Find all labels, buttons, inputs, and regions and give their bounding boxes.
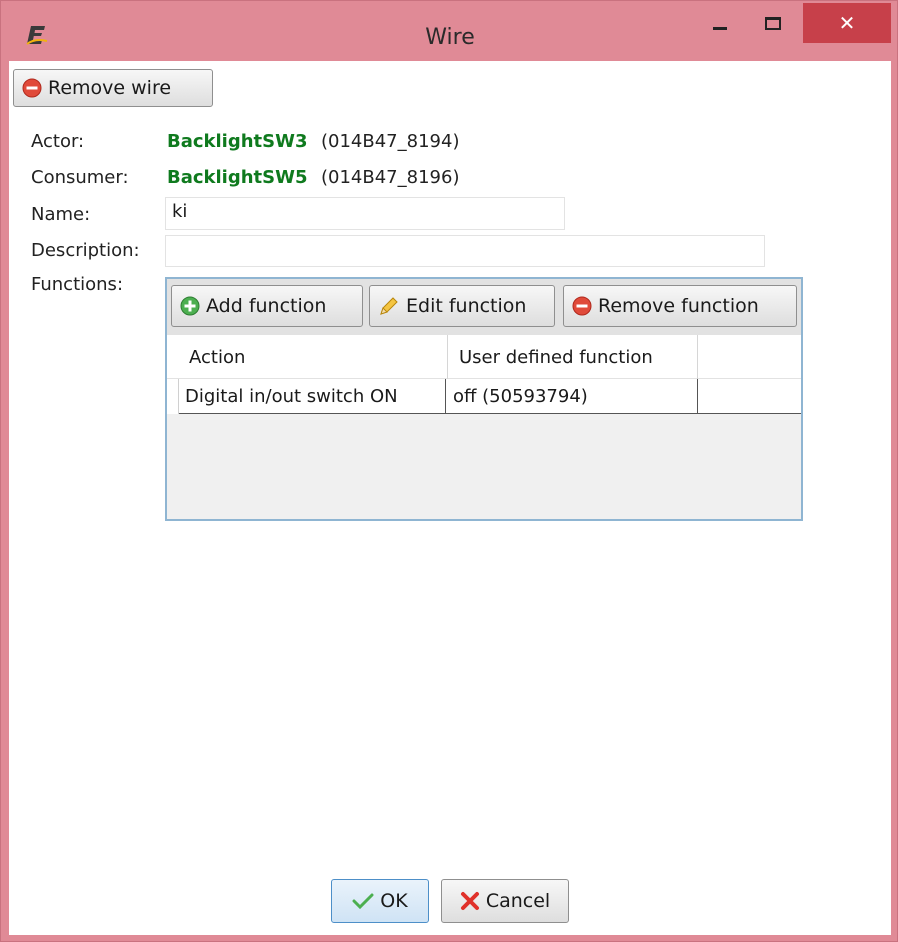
minimize-button[interactable] — [696, 1, 744, 45]
close-icon: ✕ — [838, 11, 856, 35]
name-label: Name: — [31, 204, 91, 225]
remove-function-button[interactable]: Remove function — [563, 285, 797, 327]
ok-button[interactable]: OK — [331, 879, 429, 923]
dialog-client-area: Remove wire Actor: BacklightSW3 (014B47_… — [9, 61, 891, 935]
cell-divider — [697, 379, 698, 413]
consumer-name: BacklightSW5 — [167, 167, 308, 188]
cell-user-function[interactable]: off (50593794) — [447, 379, 697, 413]
remove-function-label: Remove function — [598, 295, 759, 317]
ok-label: OK — [380, 890, 408, 912]
add-function-label: Add function — [206, 295, 327, 317]
actor-label: Actor: — [31, 131, 85, 152]
functions-grid[interactable]: Action User defined function Digital in/… — [167, 335, 801, 519]
functions-panel: Add function Edit function Remove functi… — [165, 277, 803, 521]
checkmark-icon — [352, 893, 374, 910]
maximize-icon — [765, 16, 781, 30]
maximize-button[interactable] — [749, 1, 797, 45]
remove-icon — [572, 296, 592, 316]
functions-toolbar: Add function Edit function Remove functi… — [167, 279, 801, 335]
remove-icon — [22, 78, 42, 98]
edit-function-button[interactable]: Edit function — [369, 285, 555, 327]
minimize-icon — [713, 26, 727, 30]
cancel-label: Cancel — [485, 890, 551, 912]
cell-action[interactable]: Digital in/out switch ON — [179, 379, 445, 413]
column-divider[interactable] — [697, 335, 698, 379]
remove-wire-label: Remove wire — [48, 77, 172, 99]
cancel-button[interactable]: Cancel — [441, 879, 569, 923]
cell-divider — [445, 379, 446, 413]
close-button[interactable]: ✕ — [803, 3, 891, 43]
column-divider[interactable] — [447, 335, 448, 379]
add-icon — [180, 296, 200, 316]
actor-name: BacklightSW3 — [167, 131, 308, 152]
name-field[interactable]: ki — [165, 197, 565, 230]
consumer-id: (014B47_8196) — [321, 167, 460, 188]
dialog-window: Wire ✕ Remove wire Actor: BacklightSW3 (… — [0, 0, 898, 942]
description-field[interactable] — [165, 235, 765, 267]
remove-wire-button[interactable]: Remove wire — [13, 69, 213, 107]
grid-header: Action User defined function — [167, 335, 801, 379]
cancel-x-icon — [460, 892, 479, 910]
title-bar[interactable]: Wire ✕ — [1, 1, 898, 61]
pencil-icon — [380, 297, 398, 315]
add-function-button[interactable]: Add function — [171, 285, 363, 327]
column-header-user-function[interactable]: User defined function — [449, 335, 697, 379]
edit-function-label: Edit function — [406, 295, 527, 317]
functions-label: Functions: — [31, 274, 124, 295]
column-header-action[interactable]: Action — [179, 335, 449, 379]
description-label: Description: — [31, 240, 140, 261]
table-row[interactable]: Digital in/out switch ON off (50593794) — [179, 379, 801, 414]
consumer-label: Consumer: — [31, 167, 129, 188]
row-header[interactable] — [167, 379, 179, 414]
actor-id: (014B47_8194) — [321, 131, 460, 152]
